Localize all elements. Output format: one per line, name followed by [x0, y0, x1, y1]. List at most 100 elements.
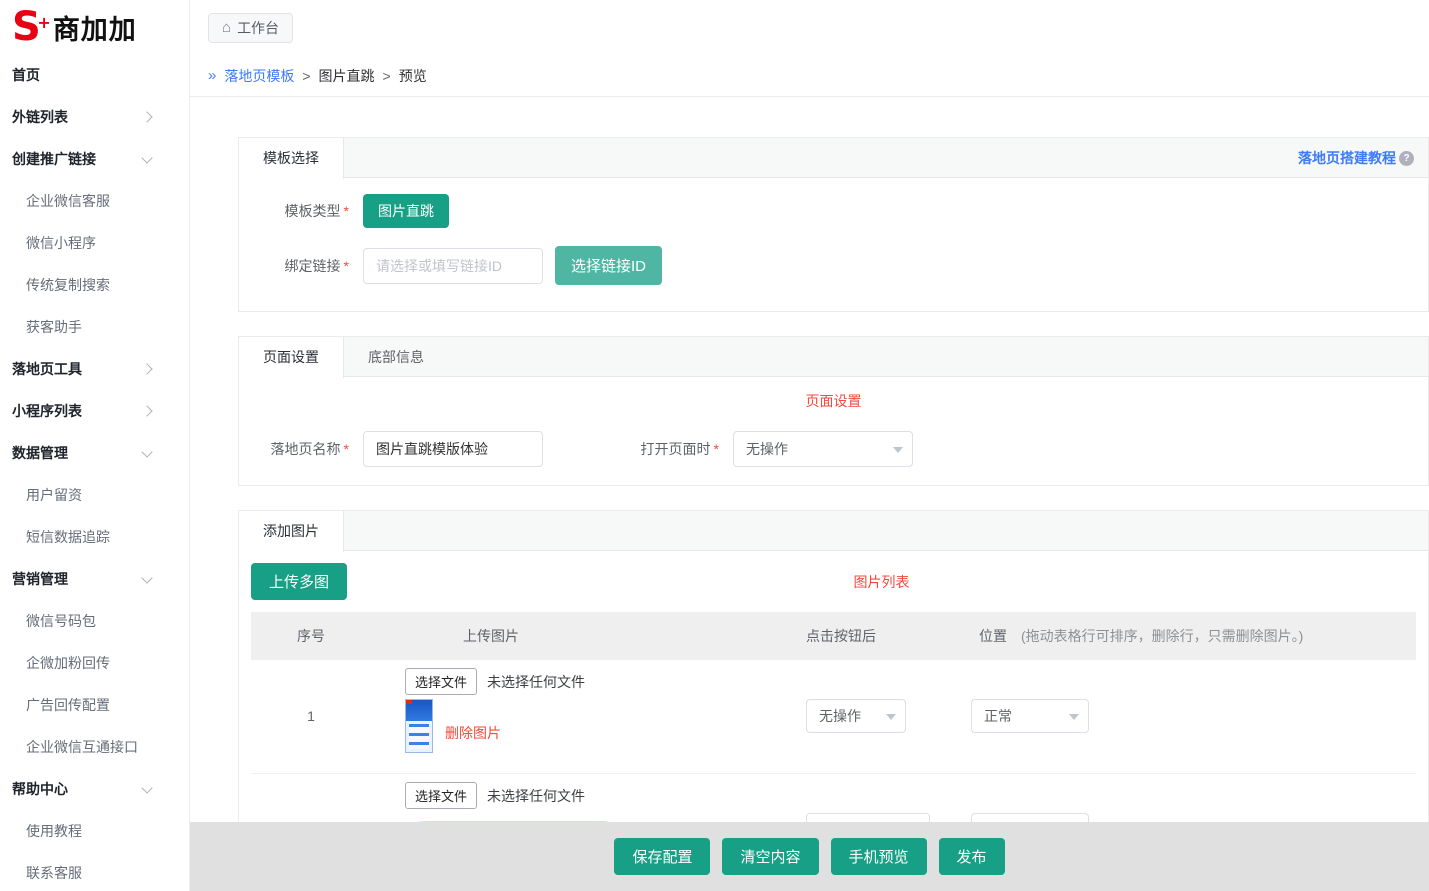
sidebar-item-label: 广告回传配置 [26, 695, 110, 715]
action-bar: 保存配置 清空内容 手机预览 发布 [190, 822, 1429, 891]
sidebar-item-marketing-management[interactable]: 营销管理 [0, 558, 189, 600]
sidebar-item-wecom-service[interactable]: 企业微信客服 [0, 180, 189, 222]
delete-image-link[interactable]: 删除图片 [445, 723, 501, 743]
page-settings-tabs: 页面设置 底部信息 [239, 337, 1428, 377]
bind-link-input[interactable] [363, 248, 543, 284]
tab-page-settings[interactable]: 页面设置 [239, 337, 344, 378]
caret-down-icon [1069, 714, 1079, 720]
sidebar-item-label: 创建推广链接 [12, 149, 96, 169]
brand-logo-icon: S+ [12, 7, 39, 47]
sidebar-item-tutorial[interactable]: 使用教程 [0, 810, 189, 852]
mobile-preview-button[interactable]: 手机预览 [831, 838, 927, 875]
sidebar-item-landing-tools[interactable]: 落地页工具 [0, 348, 189, 390]
sidebar-item-external-links[interactable]: 外链列表 [0, 96, 189, 138]
help-icon[interactable]: ? [1399, 151, 1414, 166]
sidebar-item-data-management[interactable]: 数据管理 [0, 432, 189, 474]
breadcrumb-root-link[interactable]: 落地页模板 [224, 66, 294, 86]
images-table-header: 序号 上传图片 点击按钮后 位置 (拖动表格行可排序，删除行，只需删除图片。) [251, 612, 1416, 660]
save-config-button[interactable]: 保存配置 [614, 838, 710, 875]
table-row: 1 选择文件 未选择任何文件 删除图片 [251, 660, 1416, 774]
open-page-select[interactable]: 无操作 [733, 431, 913, 467]
position-select[interactable]: 正常 [971, 699, 1089, 733]
brand-name: 商加加 [53, 8, 137, 47]
choose-file-button[interactable]: 选择文件 [405, 782, 477, 809]
workspace-button[interactable]: ⌂ 工作台 [208, 13, 293, 43]
template-select-card: 模板选择 落地页搭建教程 ? 模板类型* 图片直跳 绑定链接* 选择链接ID [238, 137, 1429, 312]
tab-template-select[interactable]: 模板选择 [239, 138, 344, 179]
thumbnail-detail [406, 700, 412, 704]
home-icon: ⌂ [222, 20, 231, 35]
sidebar-menu: 首页 外链列表 创建推广链接 企业微信客服 微信小程序 传统复制搜索 获客助手 … [0, 54, 189, 891]
breadcrumb-collapse-icon[interactable]: » [208, 67, 216, 84]
workspace-label: 工作台 [237, 18, 279, 38]
sidebar-item-miniprogram-list[interactable]: 小程序列表 [0, 390, 189, 432]
sidebar-item-traditional-copy-search[interactable]: 传统复制搜索 [0, 264, 189, 306]
sidebar-item-contact-support[interactable]: 联系客服 [0, 852, 189, 891]
brand-logo[interactable]: S+ 商加加 [0, 0, 189, 54]
template-type-button[interactable]: 图片直跳 [363, 194, 449, 228]
chevron-right-icon [141, 111, 152, 122]
publish-button[interactable]: 发布 [939, 838, 1005, 875]
uploaded-image-thumbnail[interactable] [405, 699, 433, 753]
sidebar-item-label: 短信数据追踪 [26, 527, 110, 547]
page-settings-card: 页面设置 底部信息 页面设置 落地页名称* 打开页面时* 无操作 [238, 336, 1429, 486]
bind-link-row: 绑定链接* 选择链接ID [239, 246, 1428, 285]
after-click-select[interactable]: 无操作 [806, 699, 906, 733]
sidebar-item-sms-tracking[interactable]: 短信数据追踪 [0, 516, 189, 558]
chevron-down-icon [141, 446, 152, 457]
page-settings-flag: 页面设置 [239, 391, 1428, 411]
breadcrumb-separator: > [383, 68, 391, 84]
tab-footer-info[interactable]: 底部信息 [344, 337, 448, 376]
after-click-cell: 无操作 [806, 699, 971, 733]
sidebar-item-label: 企业微信互通接口 [26, 737, 138, 757]
bind-link-label: 绑定链接* [239, 256, 349, 276]
select-link-id-button[interactable]: 选择链接ID [555, 246, 662, 285]
chevron-down-icon [141, 782, 152, 793]
sidebar-item-label: 企微加粉回传 [26, 653, 110, 673]
sidebar: S+ 商加加 首页 外链列表 创建推广链接 企业微信客服 微信小程序 传统复制搜… [0, 0, 190, 891]
required-mark: * [344, 258, 349, 274]
sidebar-item-wechat-miniprogram[interactable]: 微信小程序 [0, 222, 189, 264]
file-status-text: 未选择任何文件 [487, 672, 585, 692]
tab-add-images[interactable]: 添加图片 [239, 511, 344, 552]
tutorial-link[interactable]: 落地页搭建教程 [1298, 148, 1396, 168]
sidebar-item-wechat-number-pack[interactable]: 微信号码包 [0, 600, 189, 642]
sidebar-item-help-center[interactable]: 帮助中心 [0, 768, 189, 810]
table-note: (拖动表格行可排序，删除行，只需删除图片。) [1021, 626, 1303, 646]
app-root: S+ 商加加 首页 外链列表 创建推广链接 企业微信客服 微信小程序 传统复制搜… [0, 0, 1429, 891]
file-status-text: 未选择任何文件 [487, 786, 585, 806]
col-after-click-header: 点击按钮后 [806, 626, 971, 646]
main-area: ⌂ 工作台 » 落地页模板 > 图片直跳 > 预览 模板选择 落地页搭建教程 ? [190, 0, 1429, 891]
required-mark: * [344, 203, 349, 219]
sidebar-item-home[interactable]: 首页 [0, 54, 189, 96]
caret-down-icon [893, 447, 903, 453]
sidebar-item-label: 外链列表 [12, 107, 68, 127]
sidebar-item-create-promo-link[interactable]: 创建推广链接 [0, 138, 189, 180]
page-settings-body: 页面设置 落地页名称* 打开页面时* 无操作 [239, 377, 1428, 485]
landing-name-input[interactable] [363, 431, 543, 467]
sidebar-item-label: 微信小程序 [26, 233, 96, 253]
sidebar-item-label: 使用教程 [26, 821, 82, 841]
sidebar-item-label: 帮助中心 [12, 779, 68, 799]
sidebar-item-customer-assistant[interactable]: 获客助手 [0, 306, 189, 348]
sidebar-item-ad-callback-config[interactable]: 广告回传配置 [0, 684, 189, 726]
sidebar-item-user-leads[interactable]: 用户留资 [0, 474, 189, 516]
image-list-flag: 图片列表 [347, 572, 1416, 592]
sidebar-item-wecom-interconnect[interactable]: 企业微信互通接口 [0, 726, 189, 768]
content: 模板选择 落地页搭建教程 ? 模板类型* 图片直跳 绑定链接* 选择链接ID [190, 97, 1429, 891]
page-settings-form-row: 落地页名称* 打开页面时* 无操作 [239, 431, 1428, 467]
choose-file-button[interactable]: 选择文件 [405, 668, 477, 695]
sidebar-item-label: 营销管理 [12, 569, 68, 589]
chevron-right-icon [141, 405, 152, 416]
breadcrumb-section: 图片直跳 [319, 66, 375, 86]
upload-multi-button[interactable]: 上传多图 [251, 563, 347, 600]
sidebar-item-label: 小程序列表 [12, 401, 82, 421]
sidebar-item-label: 首页 [12, 65, 40, 85]
clear-content-button[interactable]: 清空内容 [722, 838, 818, 875]
tutorial-link-wrap: 落地页搭建教程 ? [1298, 138, 1414, 178]
row-upload-cell: 选择文件 未选择任何文件 删除图片 [371, 668, 806, 763]
caret-down-icon [886, 714, 896, 720]
required-mark: * [714, 441, 719, 457]
chevron-down-icon [141, 572, 152, 583]
sidebar-item-wecom-fans-callback[interactable]: 企微加粉回传 [0, 642, 189, 684]
